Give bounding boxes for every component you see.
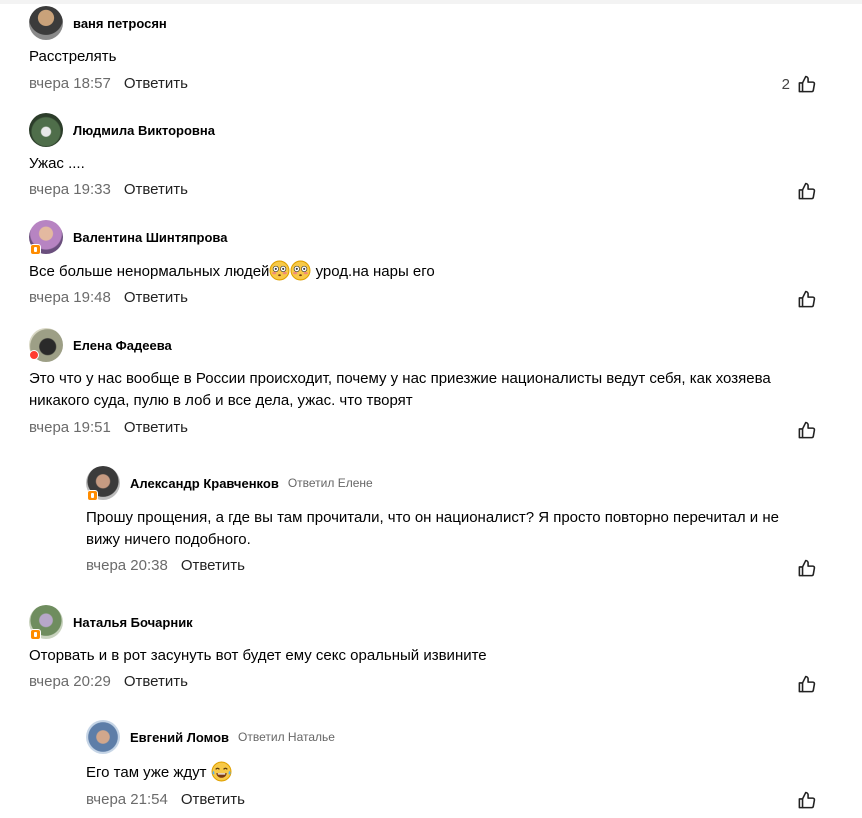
comment-meta: вчера 20:29 Ответить (29, 673, 188, 690)
timestamp: вчера 19:48 (29, 289, 111, 306)
reply-button[interactable]: Ответить (124, 419, 188, 436)
avatar[interactable] (29, 328, 63, 362)
author-name[interactable]: ваня петросян (73, 16, 167, 31)
comment-meta: вчера 21:54 Ответить (86, 791, 245, 808)
timestamp: вчера 19:51 (29, 419, 111, 436)
author-name[interactable]: Евгений Ломов (130, 730, 229, 745)
thumbs-up-icon[interactable] (797, 559, 816, 578)
ok-badge-icon (30, 629, 41, 640)
timestamp: вчера 20:29 (29, 673, 111, 690)
reply-button[interactable]: Ответить (124, 75, 188, 92)
thumbs-up-icon[interactable] (797, 75, 816, 94)
comment-text: Оторвать и в рот засунуть вот будет ему … (29, 647, 487, 664)
comment-header: Александр Кравченков Ответил Елене (86, 465, 373, 501)
comment-meta: вчера 19:51 Ответить (29, 419, 188, 436)
comment-meta: вчера 19:33 Ответить (29, 181, 188, 198)
comment-text-part: Его там уже ждут (86, 764, 207, 781)
comment-header: ваня петросян (29, 5, 167, 41)
tears-of-joy-emoji (211, 761, 232, 782)
author-name[interactable]: Александр Кравченков (130, 476, 279, 491)
avatar[interactable] (29, 605, 63, 640)
flushed-face-emoji (269, 260, 290, 281)
author-name[interactable]: Елена Фадеева (73, 338, 172, 353)
timestamp: вчера 18:57 (29, 75, 111, 92)
timestamp: вчера 19:33 (29, 181, 111, 198)
like-group (797, 559, 816, 578)
comment-text-part: урод.на нары его (311, 263, 435, 280)
reply-button[interactable]: Ответить (181, 791, 245, 808)
flushed-face-emoji (290, 260, 311, 281)
comment-header: Валентина Шинтяпрова (29, 219, 227, 255)
comment-text: Прошу прощения, а где вы там прочитали, … (86, 509, 779, 548)
author-name[interactable]: Людмила Викторовна (73, 123, 215, 138)
top-divider (0, 0, 862, 4)
thumbs-up-icon[interactable] (797, 421, 816, 440)
ok-badge-icon (30, 244, 41, 255)
comment-header: Евгений Ломов Ответил Наталье (86, 719, 335, 755)
comment-text: Ужас .... (29, 155, 85, 172)
reply-button[interactable]: Ответить (124, 181, 188, 198)
like-group (797, 675, 816, 694)
avatar[interactable] (86, 720, 120, 754)
comment-text: Его там уже ждут (86, 761, 862, 784)
comment-header: Елена Фадеева (29, 327, 172, 363)
timestamp: вчера 21:54 (86, 791, 168, 808)
avatar[interactable] (86, 466, 120, 501)
ok-badge-icon (87, 490, 98, 501)
comment-header: Людмила Викторовна (29, 112, 215, 148)
thumbs-up-icon[interactable] (797, 182, 816, 201)
like-group (797, 290, 816, 309)
comment-text: Расстрелять (29, 48, 117, 65)
like-group (797, 182, 816, 201)
like-group: 2 (782, 75, 816, 94)
replied-to-label[interactable]: Ответил Елене (288, 476, 373, 490)
like-count: 2 (781, 76, 790, 93)
thumbs-up-icon[interactable] (797, 791, 816, 810)
reply-button[interactable]: Ответить (124, 289, 188, 306)
comment-text-part: Все больше ненормальных людей (29, 263, 270, 280)
like-group (797, 421, 816, 440)
avatar[interactable] (29, 6, 63, 40)
avatar[interactable] (29, 220, 63, 255)
replied-to-label[interactable]: Ответил Наталье (238, 730, 335, 744)
author-name[interactable]: Валентина Шинтяпрова (73, 230, 227, 245)
comment-meta: вчера 20:38 Ответить (86, 557, 245, 574)
reply-button[interactable]: Ответить (181, 557, 245, 574)
like-group (797, 791, 816, 810)
thumbs-up-icon[interactable] (797, 290, 816, 309)
thumbs-up-icon[interactable] (797, 675, 816, 694)
comment-header: Наталья Бочарник (29, 604, 193, 640)
comment-text: Все больше ненормальных людей урод.на на… (29, 260, 819, 283)
comment-meta: вчера 19:48 Ответить (29, 289, 188, 306)
avatar[interactable] (29, 113, 63, 147)
online-status-icon (29, 350, 39, 360)
timestamp: вчера 20:38 (86, 557, 168, 574)
comment-meta: вчера 18:57 Ответить (29, 75, 188, 92)
comment-text: Это что у нас вообще в России происходит… (29, 370, 771, 409)
author-name[interactable]: Наталья Бочарник (73, 615, 193, 630)
reply-button[interactable]: Ответить (124, 673, 188, 690)
